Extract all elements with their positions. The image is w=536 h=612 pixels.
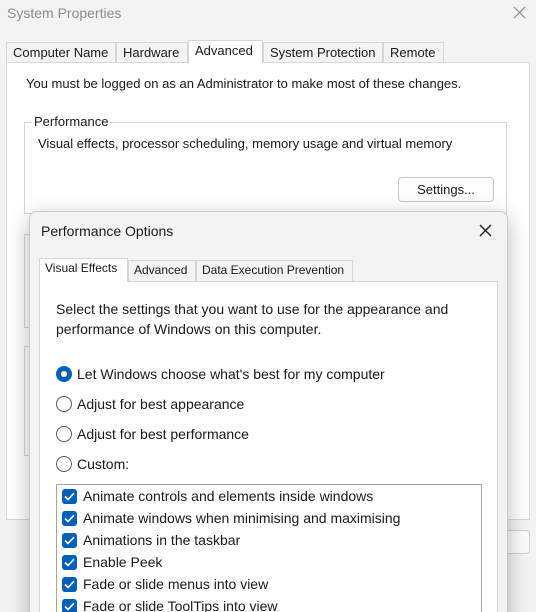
performance-options-dialog: Performance Options Visual Effects Advan… [29, 211, 508, 612]
tab-label: Remote [390, 45, 436, 60]
radio-best-appearance[interactable]: Adjust for best appearance [56, 394, 244, 414]
performance-options-title: Performance Options [41, 223, 174, 239]
checkbox-checked-icon [62, 488, 77, 504]
radio-label: Adjust for best appearance [77, 396, 245, 412]
effect-label: Animate controls and elements inside win… [83, 488, 374, 504]
effect-label: Enable Peek [83, 554, 163, 570]
effect-label: Fade or slide menus into view [83, 576, 269, 592]
radio-best-performance[interactable]: Adjust for best performance [56, 424, 249, 444]
tab-hardware[interactable]: Hardware [116, 42, 188, 63]
effect-label: Fade or slide ToolTips into view [83, 598, 278, 612]
effect-animate-windows[interactable]: Animate windows when minimising and maxi… [62, 508, 400, 528]
tab-label: Advanced [195, 43, 253, 58]
radio-button-icon [56, 366, 72, 382]
tab-label: Computer Name [13, 45, 109, 60]
tab-label: Data Execution Prevention [202, 263, 345, 277]
checkbox-checked-icon [62, 510, 77, 526]
radio-label: Adjust for best performance [77, 426, 249, 442]
effect-fade-menus[interactable]: Fade or slide menus into view [62, 574, 268, 594]
tab-remote[interactable]: Remote [383, 42, 444, 63]
checkbox-checked-icon [62, 598, 77, 612]
tab-label: Visual Effects [45, 261, 118, 275]
visual-effects-panel: Select the settings that you want to use… [39, 281, 498, 612]
radio-custom[interactable]: Custom: [56, 454, 129, 474]
visual-effects-intro: Select the settings that you want to use… [56, 301, 449, 337]
tab-advanced-options[interactable]: Advanced [128, 260, 196, 281]
tab-data-execution-prevention[interactable]: Data Execution Prevention [196, 260, 353, 281]
radio-label: Let Windows choose what's best for my co… [77, 366, 385, 382]
radio-button-icon [56, 426, 72, 442]
effect-fade-tooltips[interactable]: Fade or slide ToolTips into view [62, 596, 278, 612]
radio-button-icon [56, 396, 72, 412]
tab-label: System Protection [270, 45, 376, 60]
radio-button-icon [56, 456, 72, 472]
performance-group-legend: Performance [32, 114, 111, 129]
visual-effects-list[interactable]: Animate controls and elements inside win… [56, 484, 482, 612]
effect-animate-controls[interactable]: Animate controls and elements inside win… [62, 486, 373, 506]
system-properties-title: System Properties [7, 5, 122, 21]
close-icon [479, 224, 492, 237]
checkbox-checked-icon [62, 532, 77, 548]
tab-visual-effects[interactable]: Visual Effects [39, 258, 128, 282]
effect-label: Animations in the taskbar [83, 532, 241, 548]
tab-computer-name[interactable]: Computer Name [6, 42, 116, 63]
performance-group-description: Visual effects, processor scheduling, me… [38, 136, 453, 151]
effect-enable-peek[interactable]: Enable Peek [62, 552, 162, 572]
close-icon [513, 6, 526, 19]
tab-system-protection[interactable]: System Protection [263, 42, 383, 63]
tab-advanced[interactable]: Advanced [188, 40, 263, 64]
effect-label: Animate windows when minimising and maxi… [83, 510, 401, 526]
tab-label: Advanced [134, 263, 188, 277]
performance-settings-button[interactable]: Settings... [398, 177, 494, 202]
checkbox-checked-icon [62, 554, 77, 570]
checkbox-checked-icon [62, 576, 77, 592]
radio-label: Custom: [77, 456, 130, 472]
performance-options-close-button[interactable] [473, 220, 499, 242]
system-properties-titlebar: System Properties [0, 0, 536, 30]
performance-group: Performance Visual effects, processor sc… [24, 114, 507, 214]
admin-notice: You must be logged on as an Administrato… [26, 76, 462, 91]
system-properties-close-button[interactable] [504, 0, 536, 26]
radio-let-windows-choose[interactable]: Let Windows choose what's best for my co… [56, 364, 385, 384]
effect-taskbar-animations[interactable]: Animations in the taskbar [62, 530, 240, 550]
tab-label: Hardware [123, 45, 180, 60]
